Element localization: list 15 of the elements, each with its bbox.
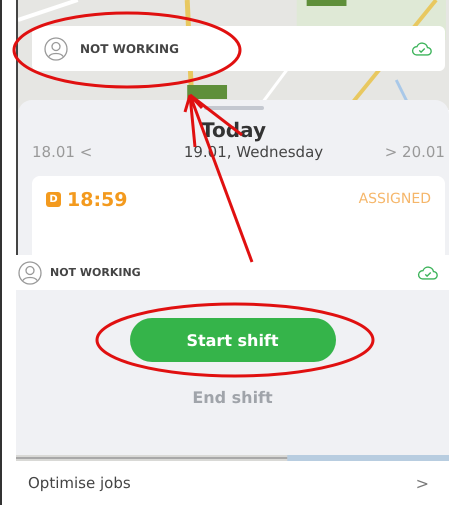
job-card[interactable]: D 18:59 ASSIGNED [32, 176, 445, 255]
status-label: NOT WORKING [80, 42, 180, 56]
user-icon [44, 36, 68, 60]
drag-handle[interactable] [204, 106, 264, 110]
job-type-badge: D [46, 192, 61, 207]
user-icon [18, 260, 42, 284]
chevron-icon: > [416, 474, 429, 492]
menu-item[interactable]: Optimise jobs > [16, 461, 449, 505]
next-date[interactable]: > 20.01 [384, 142, 445, 162]
previous-date[interactable]: 18.01 < [32, 142, 92, 162]
job-status: ASSIGNED [358, 191, 431, 207]
status-label: NOT WORKING [50, 266, 142, 279]
menu-label: Optimise jobs [28, 474, 131, 492]
start-button[interactable]: Start shift [130, 318, 336, 362]
job-time: 18:59 [67, 188, 128, 212]
